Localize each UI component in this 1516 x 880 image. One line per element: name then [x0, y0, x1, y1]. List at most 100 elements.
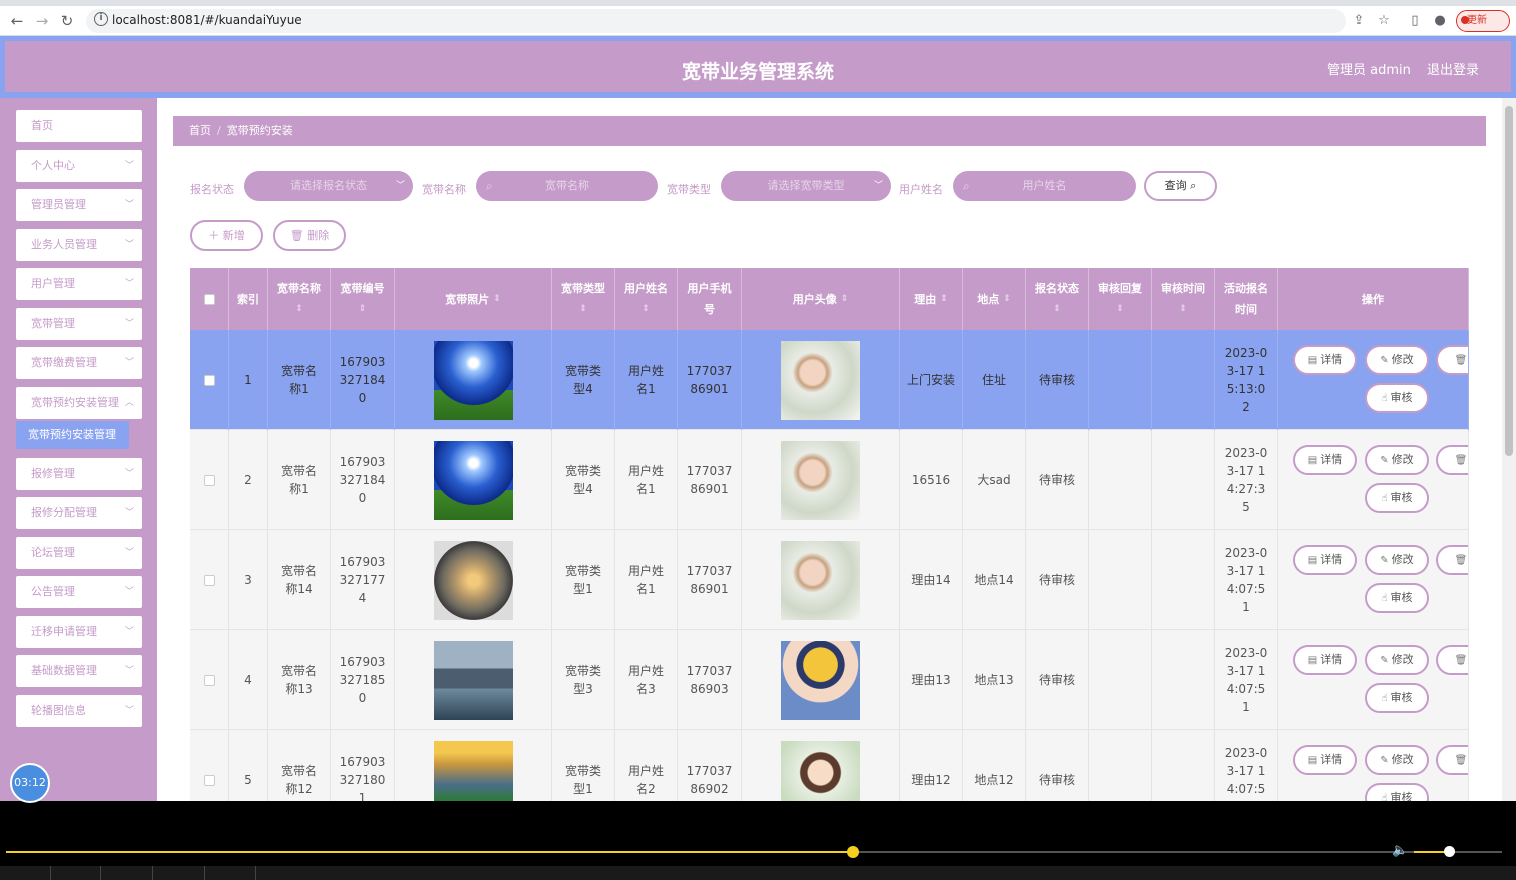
sidebar-item-migration[interactable]: 迁移申请管理 ﹀	[16, 616, 142, 648]
header-cell[interactable]: 宽带编号 ⇕	[331, 268, 395, 330]
sidebar-item-users[interactable]: 用户管理 ﹀	[16, 268, 142, 300]
table-row[interactable]: 5 宽带名称12 1679033271801 宽带类型1 用户姓名2 1770378690…	[190, 730, 1469, 801]
status-select[interactable]: 请选择报名状态 ﹀	[244, 171, 413, 201]
row-select-cell[interactable]	[190, 630, 229, 730]
header-cell[interactable]: 宽带名称 ⇕	[268, 268, 331, 330]
broadband-photo[interactable]	[433, 440, 513, 520]
row-delete-button[interactable]: 🗑删	[1436, 545, 1468, 575]
header-cell[interactable]: 审核时间 ⇕	[1152, 268, 1215, 330]
row-delete-button[interactable]: 🗑删	[1436, 345, 1468, 375]
detail-button[interactable]: ▤ 详情	[1293, 745, 1357, 775]
sidebar-item-repair-assign[interactable]: 报修分配管理 ﹀	[16, 497, 142, 529]
header-cell[interactable]: 宽带类型 ⇕	[552, 268, 615, 330]
header-cell[interactable]: 用户姓名 ⇕	[615, 268, 678, 330]
sidebar-item-repair[interactable]: 报修管理 ﹀	[16, 458, 142, 490]
header-select-all[interactable]	[190, 268, 229, 330]
row-select-cell[interactable]	[190, 730, 229, 801]
detail-button[interactable]: ▤ 详情	[1293, 345, 1357, 375]
header-cell[interactable]: 审核回复 ⇕	[1089, 268, 1152, 330]
header-cell[interactable]: 宽带照片 ⇕	[395, 268, 552, 330]
sort-icon[interactable]: ⇕	[359, 299, 367, 320]
sort-icon[interactable]: ⇕	[295, 299, 303, 320]
review-button[interactable]: ☝ 审核	[1365, 783, 1429, 801]
sort-icon[interactable]: ⇕	[841, 289, 849, 310]
row-delete-button[interactable]: 🗑删	[1436, 645, 1468, 675]
row-checkbox[interactable]	[203, 474, 215, 486]
query-button[interactable]: 查询 ⌕	[1144, 171, 1217, 201]
profile-icon[interactable]: ●	[1432, 13, 1448, 29]
forward-icon[interactable]: →	[33, 12, 51, 30]
table-row[interactable]: 1 宽带名称1 1679033271840 宽带类型4 用户姓名1 17703786901…	[190, 330, 1469, 430]
update-button[interactable]: 更新	[1456, 10, 1510, 32]
broadband-photo[interactable]	[433, 540, 513, 620]
header-cell[interactable]: 地点 ⇕	[963, 268, 1026, 330]
delete-button[interactable]: 🗑 删除	[273, 220, 346, 251]
table-row[interactable]: 3 宽带名称14 1679033271774 宽带类型1 用户姓名1 1770378690…	[190, 530, 1469, 630]
sidebar-item-profile[interactable]: 个人中心 ﹀	[16, 150, 142, 182]
sort-icon[interactable]: ⇕	[1003, 289, 1011, 310]
sidebar-item-broadband[interactable]: 宽带管理 ﹀	[16, 308, 142, 340]
user-search-input[interactable]: ⌕ 用户姓名	[953, 171, 1136, 201]
back-icon[interactable]: ←	[8, 12, 26, 30]
select-all-checkbox[interactable]	[203, 293, 215, 305]
table-row[interactable]: 4 宽带名称13 1679033271850 宽带类型3 用户姓名3 1770378690…	[190, 630, 1469, 730]
user-avatar[interactable]	[781, 740, 860, 801]
row-select-cell[interactable]	[190, 430, 229, 530]
sidebar-item-staff[interactable]: 业务人员管理 ﹀	[16, 229, 142, 261]
broadband-photo[interactable]	[433, 340, 513, 420]
share-icon[interactable]: ⇪	[1351, 13, 1367, 29]
sidebar-subitem-install[interactable]: 宽带预约安装管理	[16, 421, 129, 449]
edit-button[interactable]: ✎ 修改	[1365, 545, 1429, 575]
name-search-input[interactable]: ⌕ 宽带名称	[476, 171, 658, 201]
header-cell[interactable]: 用户头像 ⇕	[742, 268, 900, 330]
type-select[interactable]: 请选择宽带类型 ﹀	[721, 171, 891, 201]
row-checkbox[interactable]	[203, 674, 215, 686]
detail-button[interactable]: ▤ 详情	[1293, 445, 1357, 475]
sidepanel-icon[interactable]: ▯	[1407, 13, 1423, 29]
row-checkbox[interactable]	[203, 574, 215, 586]
video-progress-handle[interactable]	[846, 846, 859, 858]
header-cell[interactable]: 用户手机号	[678, 268, 742, 330]
sort-icon[interactable]: ⇕	[579, 299, 587, 320]
row-delete-button[interactable]: 🗑删	[1436, 445, 1468, 475]
review-button[interactable]: ☝ 审核	[1365, 683, 1429, 713]
edit-button[interactable]: ✎ 修改	[1365, 745, 1429, 775]
header-cell[interactable]: 报名状态 ⇕	[1026, 268, 1089, 330]
user-avatar[interactable]	[781, 440, 860, 520]
broadband-photo[interactable]	[433, 640, 513, 720]
row-checkbox[interactable]	[203, 774, 215, 786]
user-avatar[interactable]	[781, 340, 860, 420]
sort-icon[interactable]: ⇕	[1179, 299, 1187, 320]
header-cell[interactable]: 活动报名时间	[1215, 268, 1278, 330]
sort-icon[interactable]: ⇕	[493, 289, 501, 310]
row-select-cell[interactable]	[190, 530, 229, 630]
review-button[interactable]: ☝ 审核	[1365, 583, 1429, 613]
bookmark-star-icon[interactable]: ☆	[1376, 13, 1392, 29]
page-scrollbar[interactable]	[1502, 98, 1516, 801]
sidebar-item-payment[interactable]: 宽带缴费管理 ﹀	[16, 347, 142, 379]
row-checkbox[interactable]	[203, 374, 215, 386]
review-button[interactable]: ☝ 审核	[1365, 383, 1429, 413]
address-bar[interactable]: i localhost:8081/#/kuandaiYuyue	[86, 9, 1346, 33]
sort-icon[interactable]: ⇕	[642, 299, 650, 320]
sidebar-item-install[interactable]: 宽带预约安装管理 ︿	[16, 387, 142, 419]
sort-icon[interactable]: ⇕	[1116, 299, 1124, 320]
volume-icon[interactable]: 🔈	[1392, 843, 1408, 858]
review-button[interactable]: ☝ 审核	[1365, 483, 1429, 513]
sidebar-item-home[interactable]: 首页	[16, 110, 142, 142]
reload-icon[interactable]: ↻	[58, 12, 76, 30]
user-avatar[interactable]	[781, 540, 860, 620]
header-cell[interactable]: 理由 ⇕	[900, 268, 963, 330]
sort-icon[interactable]: ⇕	[940, 289, 948, 310]
site-info-icon[interactable]: i	[94, 12, 108, 26]
edit-button[interactable]: ✎ 修改	[1365, 645, 1429, 675]
breadcrumb-home[interactable]: 首页	[189, 124, 211, 137]
add-button[interactable]: ＋ 新增	[190, 220, 263, 251]
sidebar-item-notice[interactable]: 公告管理 ﹀	[16, 576, 142, 608]
logout-link[interactable]: 退出登录	[1427, 59, 1479, 78]
edit-button[interactable]: ✎ 修改	[1365, 345, 1429, 375]
detail-button[interactable]: ▤ 详情	[1293, 645, 1357, 675]
sidebar-item-basedata[interactable]: 基础数据管理 ﹀	[16, 655, 142, 687]
broadband-photo[interactable]	[433, 740, 513, 801]
edit-button[interactable]: ✎ 修改	[1365, 445, 1429, 475]
